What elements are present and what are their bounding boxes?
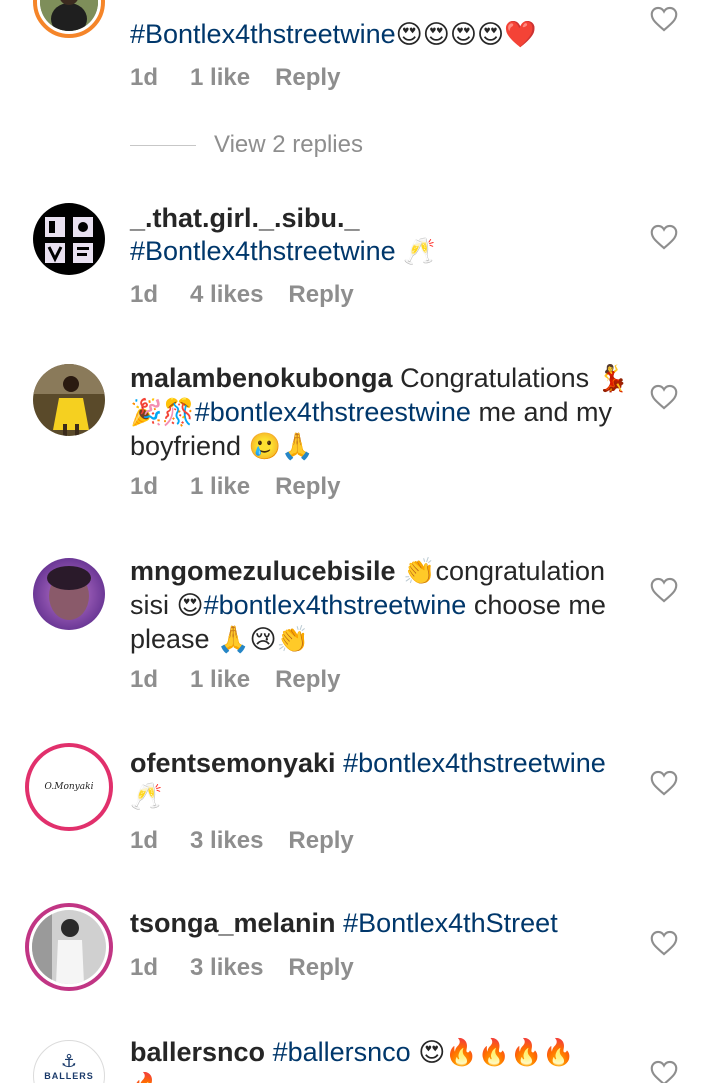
heart-icon[interactable] [650, 930, 678, 956]
reply-button[interactable]: Reply [288, 281, 353, 309]
comment-meta: 1d 3 likes Reply [130, 954, 379, 982]
comment-body: ballersnco #ballersnco 😍🔥🔥🔥🔥 🔥 [130, 1036, 630, 1083]
comment-time: 1d [130, 281, 159, 308]
username[interactable]: tsonga_melanin [130, 908, 336, 938]
emoji-text: 🥲🙏 [248, 432, 314, 462]
comment-time: 1d [130, 666, 159, 693]
likes-count[interactable]: 1 like [190, 64, 250, 92]
comment-body: _.that.girl._.sibu._ #Bontlex4thstreetwi… [130, 202, 630, 269]
heart-icon[interactable] [650, 770, 678, 796]
emoji-text: 👏 [403, 557, 436, 587]
comment-body: #Bontlex4thstreetwine😍😍😍😍❤️ [130, 18, 630, 52]
avatar[interactable] [33, 203, 105, 275]
comment-time: 1d [130, 473, 159, 500]
hashtag-link[interactable]: #ballersnco [273, 1037, 411, 1067]
emoji-text: 😍😍😍😍❤️ [395, 20, 537, 50]
likes-count[interactable]: 4 likes [190, 281, 263, 309]
comment-meta: 1d 4 likes Reply [130, 281, 379, 309]
username[interactable]: mngomezulucebisile [130, 556, 396, 586]
emoji-text: 😍 [176, 591, 204, 621]
comment-meta: 1d 3 likes Reply [130, 827, 379, 855]
hashtag-link[interactable]: #bontlex4thstreestwine [195, 397, 471, 427]
emoji-text: 🥂 [130, 782, 163, 812]
reply-button[interactable]: Reply [275, 666, 340, 694]
hashtag-link[interactable]: #Bontlex4thStreet [343, 908, 558, 938]
comment-body: malambenokubonga Congratulations 💃🎉🎊#bon… [130, 362, 630, 464]
heart-icon[interactable] [650, 1060, 678, 1083]
avatar[interactable] [25, 903, 113, 991]
heart-icon[interactable] [650, 384, 678, 410]
divider [130, 144, 196, 146]
reply-button[interactable]: Reply [288, 954, 353, 982]
comment-meta: 1d 1 like Reply [130, 64, 365, 92]
avatar[interactable] [33, 364, 105, 436]
hashtag-link[interactable]: #Bontlex4thstreetwine [130, 236, 396, 266]
emoji-text: 🙏😢👏 [217, 625, 309, 655]
heart-icon[interactable] [650, 577, 678, 603]
emoji-text: 🥂 [403, 237, 436, 267]
comment-meta: 1d 1 like Reply [130, 666, 365, 694]
avatar[interactable] [33, 0, 105, 38]
comment-body: tsonga_melanin #Bontlex4thStreet [130, 907, 630, 940]
username[interactable]: ballersnco [130, 1037, 265, 1067]
comment-body: ofentsemonyaki #bontlex4thstreetwine 🥂 [130, 747, 630, 814]
reply-button[interactable]: Reply [275, 64, 340, 92]
username[interactable]: ofentsemonyaki [130, 748, 336, 778]
anchor-icon: ⚓ [60, 1051, 78, 1072]
username[interactable]: _.that.girl._.sibu._ [130, 202, 630, 235]
reply-button[interactable]: Reply [275, 473, 340, 501]
emoji-text: 😍🔥🔥🔥🔥 [418, 1038, 575, 1068]
avatar[interactable] [33, 558, 105, 630]
heart-icon[interactable] [650, 224, 678, 250]
username[interactable]: malambenokubonga [130, 363, 393, 393]
reply-button[interactable]: Reply [288, 827, 353, 855]
comment-time: 1d [130, 827, 159, 854]
heart-icon[interactable] [650, 6, 678, 32]
hashtag-link[interactable]: #bontlex4thstreetwine [204, 590, 467, 620]
comment-text: Congratulations [400, 363, 590, 393]
comment-meta: 1d 1 like Reply [130, 473, 365, 501]
likes-count[interactable]: 3 likes [190, 827, 263, 855]
view-replies[interactable]: View 2 replies [130, 130, 363, 160]
emoji-text: 🔥 [130, 1072, 162, 1083]
likes-count[interactable]: 1 like [190, 666, 250, 694]
hashtag-link[interactable]: #bontlex4thstreetwine [343, 748, 606, 778]
avatar[interactable]: ⚓ BALLERS [33, 1040, 105, 1083]
likes-count[interactable]: 3 likes [190, 954, 263, 982]
comment-body: mngomezulucebisile 👏congratulation sisi … [130, 555, 630, 657]
comment-time: 1d [130, 954, 159, 981]
comment-time: 1d [130, 64, 159, 91]
hashtag-link[interactable]: #Bontlex4thstreetwine [130, 19, 396, 49]
avatar-logo-text: BALLERS [44, 1071, 94, 1081]
avatar-logo-text: O.Monyaki [44, 782, 94, 792]
avatar[interactable]: O.Monyaki [25, 743, 113, 831]
view-replies-label[interactable]: View 2 replies [214, 131, 363, 159]
likes-count[interactable]: 1 like [190, 473, 250, 501]
